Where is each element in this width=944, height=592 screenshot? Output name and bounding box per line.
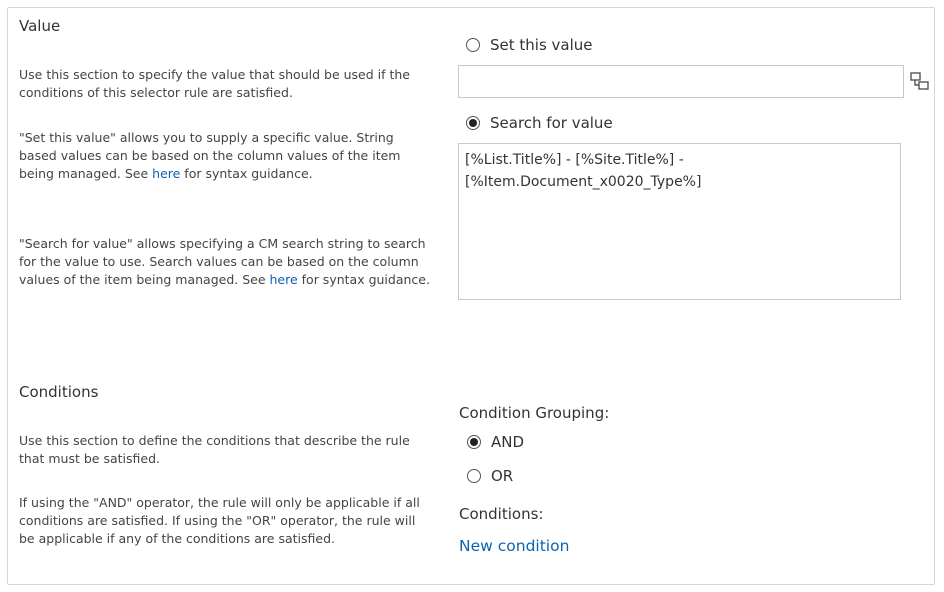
conditions-label: Conditions: — [459, 505, 544, 523]
and-radio[interactable] — [467, 435, 481, 449]
set-value-option[interactable]: Set this value — [466, 36, 593, 54]
and-option[interactable]: AND — [467, 433, 524, 451]
or-radio[interactable] — [467, 469, 481, 483]
search-value-option[interactable]: Search for value — [466, 114, 613, 132]
search-value-help: "Search for value" allows specifying a C… — [19, 235, 431, 289]
set-value-radio[interactable] — [466, 38, 480, 52]
set-value-help-text-end: for syntax guidance. — [180, 166, 313, 181]
search-value-radio[interactable] — [466, 116, 480, 130]
set-value-label: Set this value — [490, 36, 593, 54]
value-description: Use this section to specify the value th… — [19, 67, 410, 100]
conditions-section-title: Conditions — [19, 383, 99, 401]
and-label: AND — [491, 433, 525, 451]
set-value-input[interactable] — [458, 65, 904, 98]
search-value-help-text-end: for syntax guidance. — [297, 272, 430, 287]
operator-description: If using the "AND" operator, the rule wi… — [19, 495, 420, 546]
search-syntax-help-link[interactable]: here — [270, 272, 298, 287]
new-condition-link[interactable]: New condition — [459, 537, 569, 555]
or-option[interactable]: OR — [467, 467, 513, 485]
settings-panel: Value Use this section to specify the va… — [7, 7, 935, 585]
search-value-textarea[interactable]: [%List.Title%] - [%Site.Title%] - [%Item… — [458, 143, 901, 300]
field-picker-icon[interactable] — [909, 70, 931, 92]
or-label: OR — [491, 467, 514, 485]
value-section-title: Value — [19, 17, 61, 35]
conditions-description: Use this section to define the condition… — [19, 433, 410, 466]
syntax-help-link[interactable]: here — [152, 166, 180, 181]
set-value-help: "Set this value" allows you to supply a … — [19, 129, 431, 183]
condition-grouping-label: Condition Grouping: — [459, 404, 610, 422]
search-value-label: Search for value — [490, 114, 613, 132]
